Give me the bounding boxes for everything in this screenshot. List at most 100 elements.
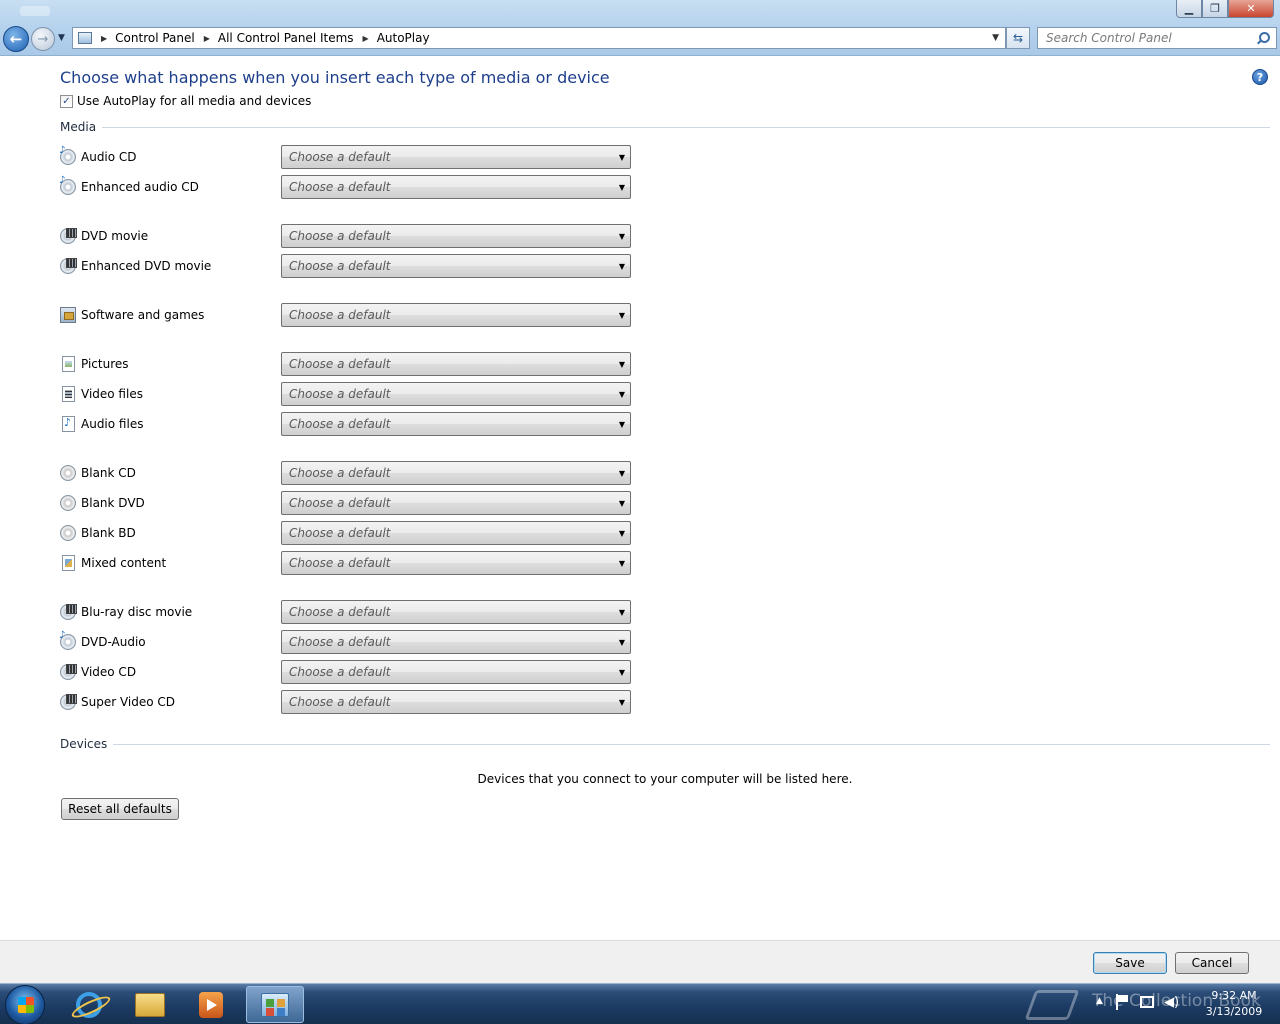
dropdown-arrow-icon[interactable]: ▼ xyxy=(614,668,630,677)
address-dropdown-icon[interactable]: ▼ xyxy=(992,33,999,43)
recent-pages-dropdown[interactable]: ▼ xyxy=(58,33,65,43)
chevron-right-icon[interactable]: ▶ xyxy=(363,34,369,43)
audio-cd-default-select[interactable]: Choose a default ▼ xyxy=(281,145,631,169)
select-value: Choose a default xyxy=(289,229,391,243)
media-label: Blank BD xyxy=(81,526,136,540)
blank-cd-default-select[interactable]: Choose a default ▼ xyxy=(281,461,631,485)
dropdown-arrow-icon[interactable]: ▼ xyxy=(614,529,630,538)
media-row-blank-cd: Blank CD xyxy=(60,461,136,485)
dropdown-arrow-icon[interactable]: ▼ xyxy=(614,390,630,399)
dropdown-arrow-icon[interactable]: ▼ xyxy=(614,262,630,271)
chevron-right-icon[interactable]: ▶ xyxy=(204,34,210,43)
network-icon[interactable] xyxy=(1140,996,1154,1008)
dropdown-arrow-icon[interactable]: ▼ xyxy=(614,608,630,617)
refresh-button[interactable]: ⇆ xyxy=(1006,27,1030,49)
enhanced-audio-cd-icon xyxy=(59,175,76,195)
audio-files-icon xyxy=(62,416,75,432)
address-bar[interactable]: ▶ Control Panel ▶ All Control Panel Item… xyxy=(72,27,1006,49)
start-button[interactable] xyxy=(5,985,45,1024)
close-button[interactable]: ✕ xyxy=(1228,0,1274,18)
dropdown-arrow-icon[interactable]: ▼ xyxy=(614,183,630,192)
enhanced-dvd-movie-default-select[interactable]: Choose a default ▼ xyxy=(281,254,631,278)
blank-dvd-icon xyxy=(60,495,76,511)
video-cd-icon xyxy=(60,664,77,680)
help-icon[interactable]: ? xyxy=(1252,69,1268,85)
blank-bd-default-select[interactable]: Choose a default ▼ xyxy=(281,521,631,545)
software-games-default-select[interactable]: Choose a default ▼ xyxy=(281,303,631,327)
select-value: Choose a default xyxy=(289,556,391,570)
select-value: Choose a default xyxy=(289,635,391,649)
refresh-icon: ⇆ xyxy=(1012,31,1024,45)
select-value: Choose a default xyxy=(289,526,391,540)
taskbar-windows-explorer[interactable] xyxy=(121,986,179,1023)
taskbar-media-player[interactable] xyxy=(182,986,240,1023)
action-center-flag-icon[interactable] xyxy=(1116,994,1130,1010)
audio-files-default-select[interactable]: Choose a default ▼ xyxy=(281,412,631,436)
breadcrumb-all-items[interactable]: All Control Panel Items xyxy=(218,31,354,45)
media-section-label: Media xyxy=(60,120,97,134)
media-label: DVD-Audio xyxy=(81,635,146,649)
bluray-movie-icon xyxy=(60,604,77,620)
page-title: Choose what happens when you insert each… xyxy=(60,68,610,87)
forward-button[interactable]: → xyxy=(31,27,55,51)
volume-icon[interactable]: ◀) xyxy=(1164,995,1179,1010)
minimize-button[interactable]: ▁ xyxy=(1176,0,1202,18)
clock-date: 3/13/2009 xyxy=(1205,1005,1263,1018)
show-hidden-icons-icon[interactable]: ▲ xyxy=(1096,996,1103,1006)
use-autoplay-option[interactable]: ✓ Use AutoPlay for all media and devices xyxy=(60,94,311,108)
enhanced-audio-cd-default-select[interactable]: Choose a default ▼ xyxy=(281,175,631,199)
media-label: Video CD xyxy=(81,665,137,679)
main-content: ? Choose what happens when you insert ea… xyxy=(0,57,1280,940)
media-row-audio-cd: Audio CD xyxy=(59,145,137,169)
media-row-pictures: Pictures xyxy=(60,352,129,376)
video-cd-default-select[interactable]: Choose a default ▼ xyxy=(281,660,631,684)
use-autoplay-label[interactable]: Use AutoPlay for all media and devices xyxy=(77,94,311,108)
dropdown-arrow-icon[interactable]: ▼ xyxy=(614,232,630,241)
dropdown-arrow-icon[interactable]: ▼ xyxy=(614,499,630,508)
mixed-content-default-select[interactable]: Choose a default ▼ xyxy=(281,551,631,575)
media-row-video-cd: Video CD xyxy=(60,660,136,684)
breadcrumb-control-panel[interactable]: Control Panel xyxy=(115,31,195,45)
super-video-cd-default-select[interactable]: Choose a default ▼ xyxy=(281,690,631,714)
select-value: Choose a default xyxy=(289,150,391,164)
maximize-button[interactable]: ❐ xyxy=(1202,0,1228,18)
clock[interactable]: 9:32 AM 3/13/2009 xyxy=(1190,988,1278,1020)
select-value: Choose a default xyxy=(289,387,391,401)
media-row-enhanced-dvd-movie: Enhanced DVD movie xyxy=(60,254,211,278)
dropdown-arrow-icon[interactable]: ▼ xyxy=(614,698,630,707)
dvd-movie-default-select[interactable]: Choose a default ▼ xyxy=(281,224,631,248)
bluray-movie-default-select[interactable]: Choose a default ▼ xyxy=(281,600,631,624)
search-box[interactable]: Search Control Panel xyxy=(1037,27,1277,49)
media-label: Enhanced audio CD xyxy=(81,180,199,194)
search-icon[interactable] xyxy=(1256,31,1270,45)
dropdown-arrow-icon[interactable]: ▼ xyxy=(614,311,630,320)
blank-dvd-default-select[interactable]: Choose a default ▼ xyxy=(281,491,631,515)
dvd-audio-icon xyxy=(59,630,76,650)
save-button[interactable]: Save xyxy=(1093,952,1167,974)
dropdown-arrow-icon[interactable]: ▼ xyxy=(614,559,630,568)
taskbar-internet-explorer[interactable] xyxy=(60,986,118,1023)
dropdown-arrow-icon[interactable]: ▼ xyxy=(614,638,630,647)
media-row-video-files: Video files xyxy=(60,382,143,406)
window-controls: ▁ ❐ ✕ xyxy=(1176,0,1274,18)
breadcrumb-autoplay[interactable]: AutoPlay xyxy=(377,31,430,45)
video-files-default-select[interactable]: Choose a default ▼ xyxy=(281,382,631,406)
reset-all-defaults-button[interactable]: Reset all defaults xyxy=(61,798,179,820)
blank-cd-icon xyxy=(60,465,76,481)
dropdown-arrow-icon[interactable]: ▼ xyxy=(614,153,630,162)
use-autoplay-checkbox[interactable]: ✓ xyxy=(60,94,73,108)
chevron-right-icon[interactable]: ▶ xyxy=(101,34,107,43)
software-icon xyxy=(60,307,76,323)
pictures-icon xyxy=(62,356,75,372)
back-button[interactable]: ← xyxy=(3,26,29,52)
dropdown-arrow-icon[interactable]: ▼ xyxy=(614,420,630,429)
dropdown-arrow-icon[interactable]: ▼ xyxy=(614,360,630,369)
dvd-audio-default-select[interactable]: Choose a default ▼ xyxy=(281,630,631,654)
cancel-button[interactable]: Cancel xyxy=(1175,952,1249,974)
dropdown-arrow-icon[interactable]: ▼ xyxy=(614,469,630,478)
clock-time: 9:32 AM xyxy=(1211,989,1257,1002)
pictures-default-select[interactable]: Choose a default ▼ xyxy=(281,352,631,376)
video-files-icon xyxy=(62,386,75,402)
search-input[interactable]: Search Control Panel xyxy=(1038,31,1256,45)
taskbar-control-panel[interactable] xyxy=(246,986,304,1023)
